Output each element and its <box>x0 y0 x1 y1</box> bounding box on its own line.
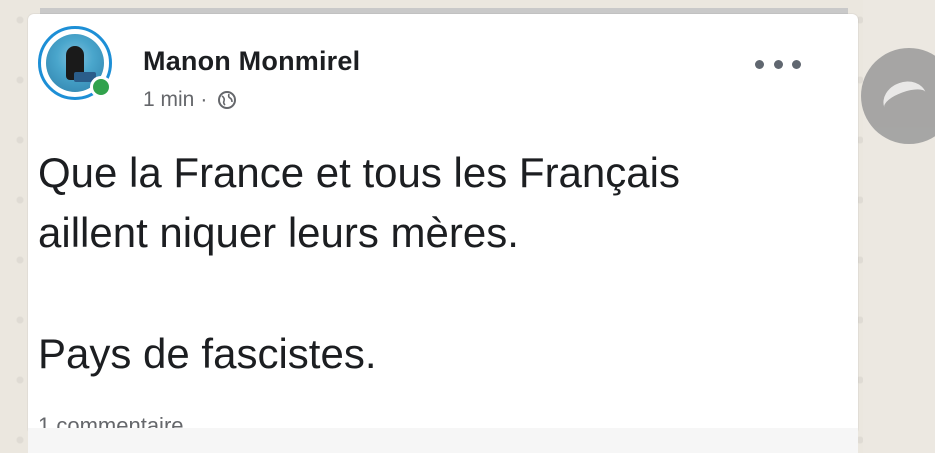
comments-label: 1 commentaire <box>38 413 184 428</box>
post-text-line: Que la France et tous les Français <box>38 149 680 196</box>
meta-separator: · <box>200 88 208 111</box>
forward-button[interactable] <box>861 48 935 144</box>
post-text-line: Pays de fascistes. <box>38 330 377 377</box>
post-body: Que la France et tous les Français aille… <box>38 143 798 263</box>
post-text-line: aillent niquer leurs mères. <box>38 209 519 256</box>
post-time[interactable]: 1 min <box>143 88 194 112</box>
online-status-dot <box>90 76 112 98</box>
author-name[interactable]: Manon Monmirel <box>143 46 360 77</box>
dot-icon <box>755 59 764 69</box>
dot-icon <box>792 59 801 69</box>
dot-icon <box>773 59 783 69</box>
globe-icon[interactable] <box>217 90 237 110</box>
comments-count[interactable]: 1 commentaire <box>38 408 184 428</box>
post-meta: 1 min · <box>143 88 237 112</box>
right-panel <box>861 0 935 453</box>
card-bottom-edge <box>28 428 858 453</box>
more-options-button[interactable] <box>755 52 801 76</box>
